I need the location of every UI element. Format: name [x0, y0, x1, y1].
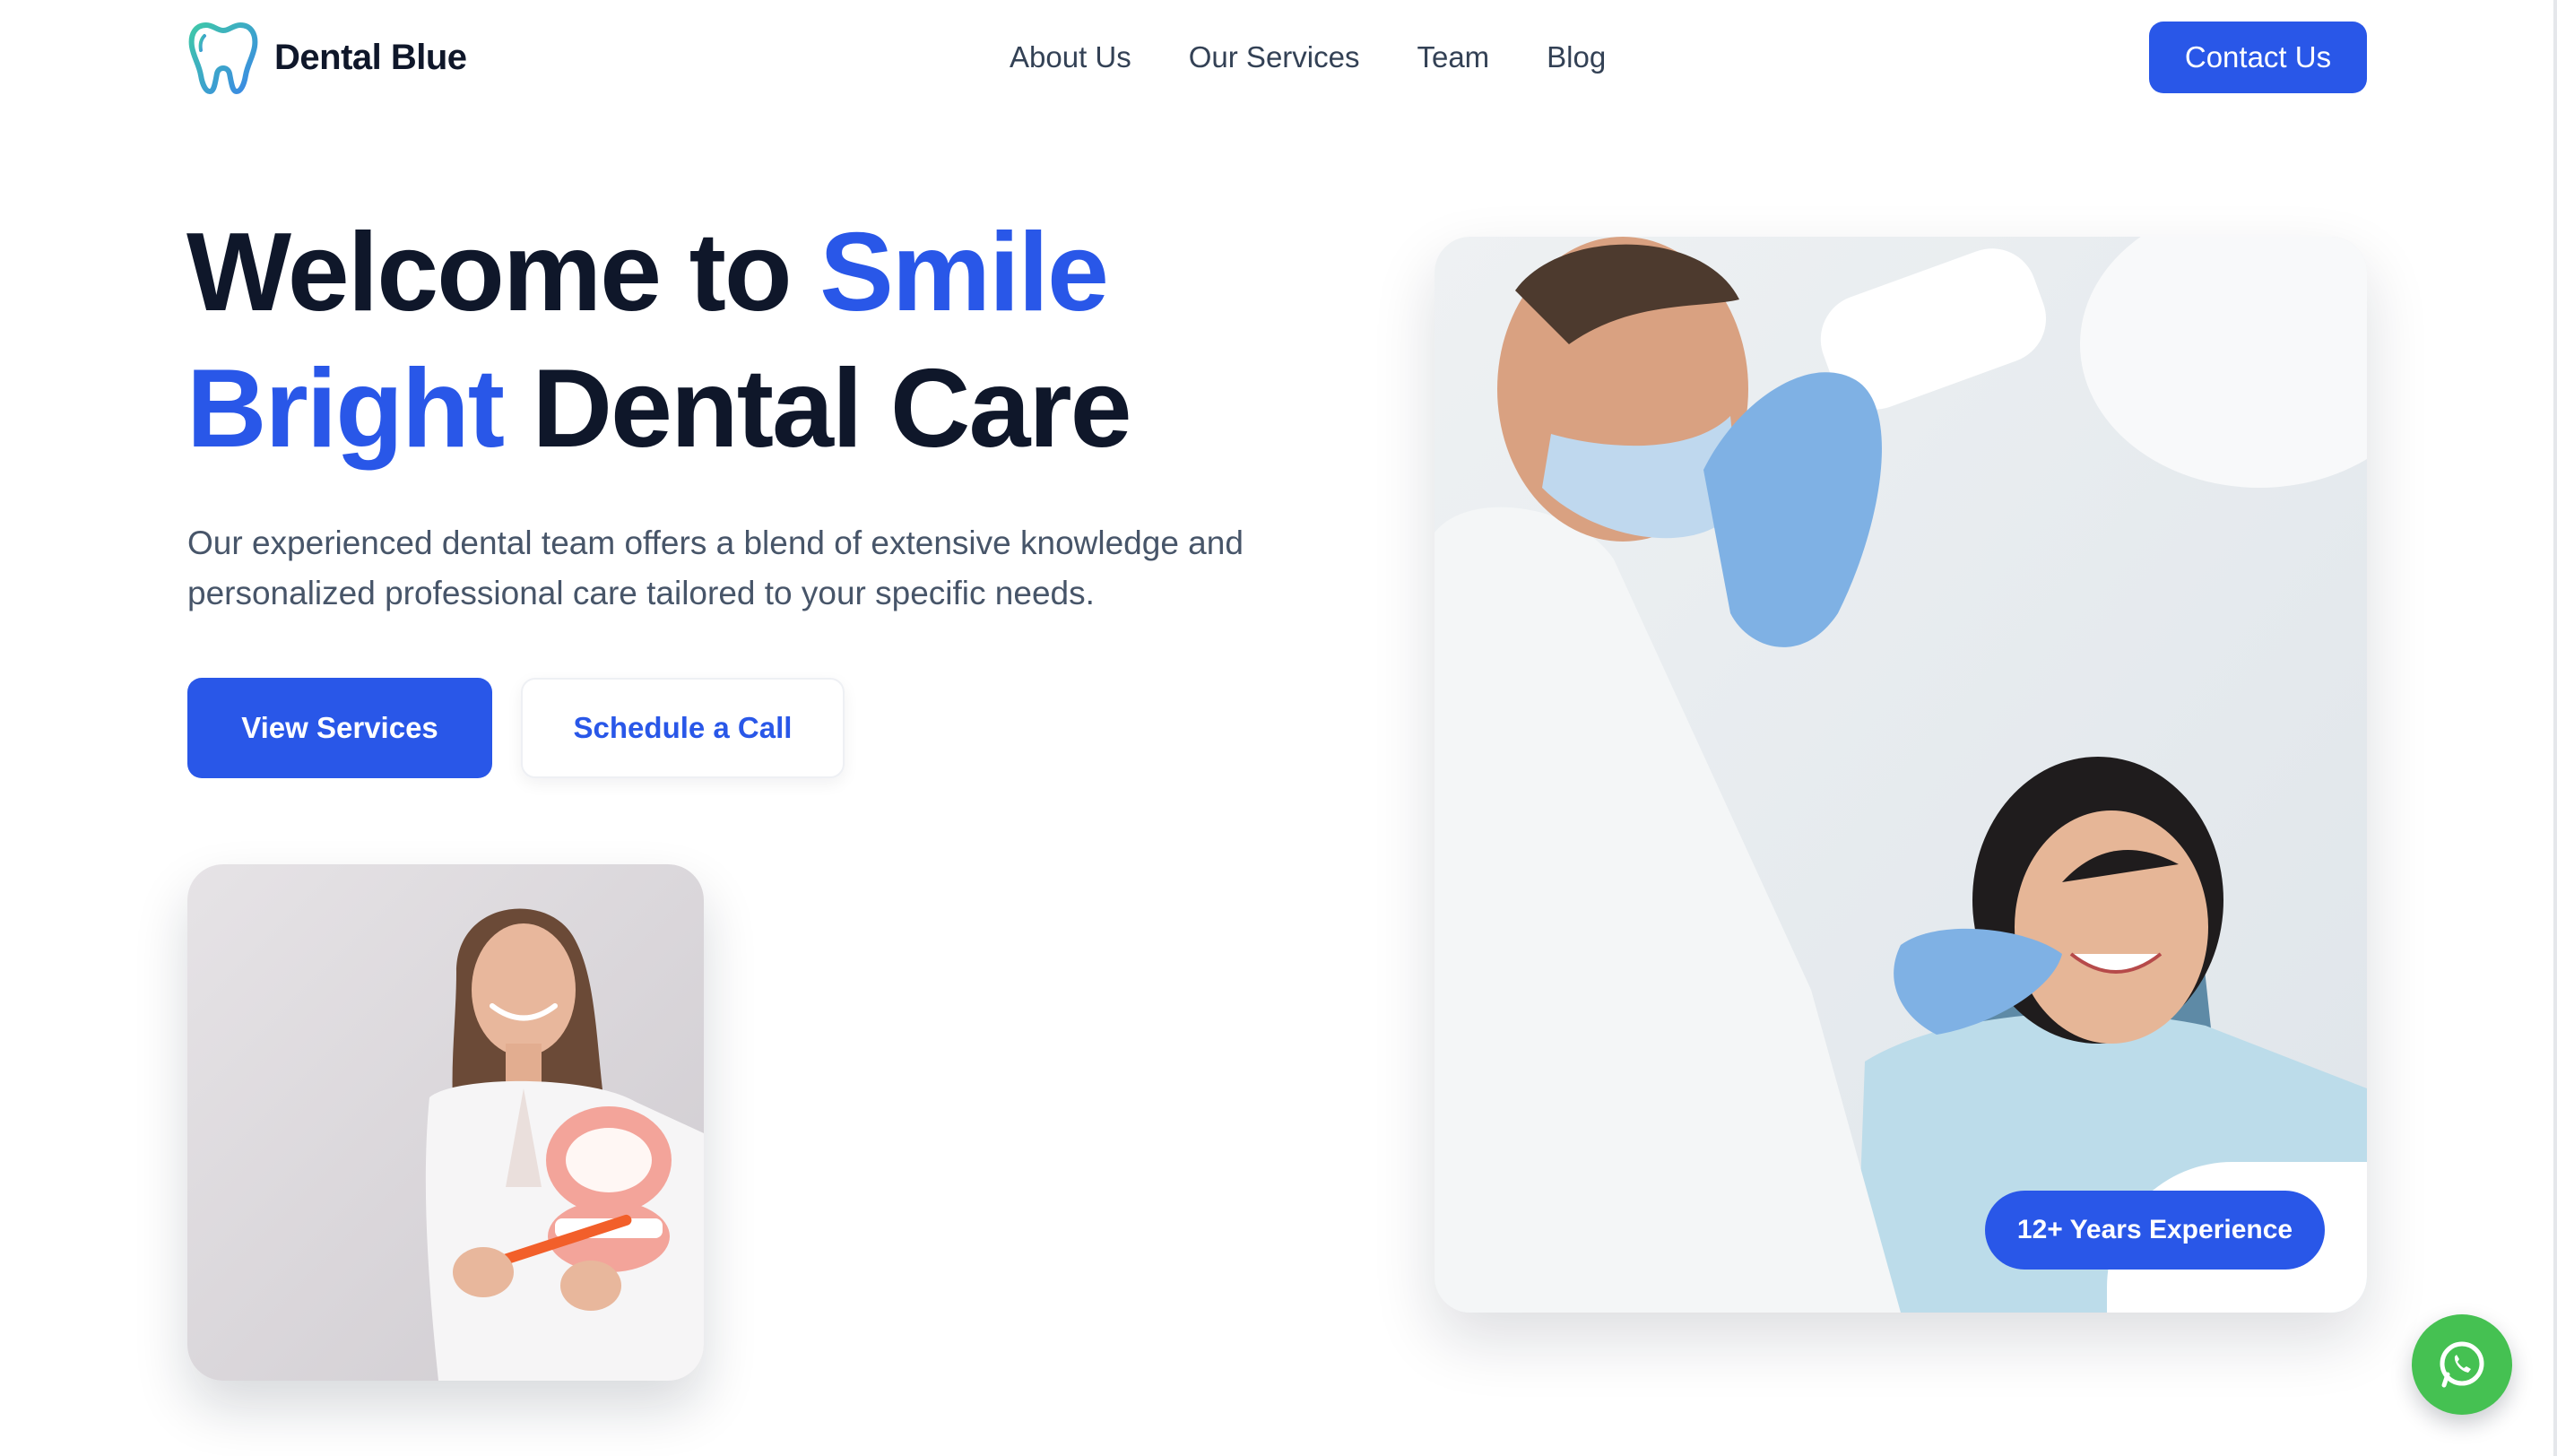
- scrollbar[interactable]: [2553, 0, 2557, 1456]
- hero-title-part2: Dental Care: [503, 347, 1131, 471]
- schedule-call-button[interactable]: Schedule a Call: [521, 678, 845, 778]
- hero-title-part1: Welcome to: [186, 211, 820, 334]
- nav-blog[interactable]: Blog: [1547, 40, 1606, 74]
- tooth-icon: [188, 22, 258, 94]
- nav-our-services[interactable]: Our Services: [1189, 40, 1360, 74]
- landing-page: Dental Blue About Us Our Services Team B…: [0, 0, 2557, 1456]
- brand-logo[interactable]: Dental Blue: [186, 18, 467, 97]
- woman-with-tooth-model-photo: [187, 864, 704, 1381]
- nav-team[interactable]: Team: [1417, 40, 1489, 74]
- site-header: Dental Blue About Us Our Services Team B…: [0, 0, 2557, 115]
- contact-us-button[interactable]: Contact Us: [2149, 22, 2367, 93]
- main-nav: About Us Our Services Team Blog: [1010, 36, 1606, 79]
- dentist-examining-patient-photo: [1435, 237, 2367, 1313]
- hero-title: Welcome to Smile Bright Dental Care: [186, 204, 1316, 477]
- whatsapp-icon: [2440, 1341, 2484, 1388]
- whatsapp-button[interactable]: [2412, 1314, 2512, 1415]
- view-services-button[interactable]: View Services: [187, 678, 492, 778]
- experience-badge: 12+ Years Experience: [1985, 1191, 2325, 1270]
- brand-name: Dental Blue: [274, 37, 467, 77]
- nav-about-us[interactable]: About Us: [1010, 40, 1131, 74]
- hero-description: Our experienced dental team offers a ble…: [187, 524, 1244, 611]
